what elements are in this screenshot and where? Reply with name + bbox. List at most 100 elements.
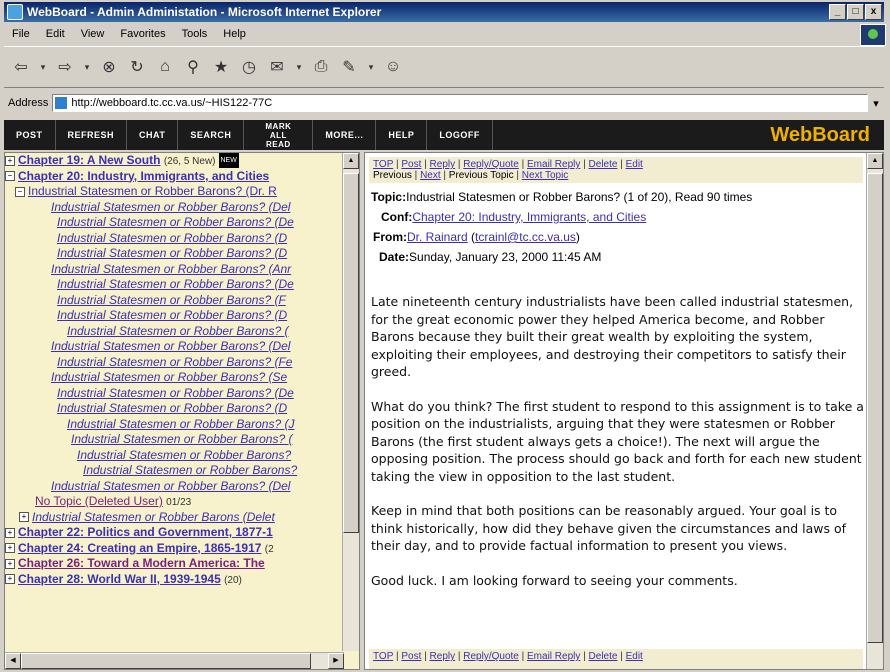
nav-chat[interactable]: CHAT (127, 120, 179, 150)
nav-logoff[interactable]: LOGOFF (427, 120, 493, 150)
horizontal-scroll-thumb[interactable] (21, 653, 311, 669)
post-link[interactable]: Post (401, 651, 421, 662)
reply-link[interactable]: Industrial Statesmen or Robber Barons? (… (57, 355, 292, 369)
refresh-icon[interactable]: ↻ (126, 56, 148, 78)
menu-file[interactable]: File (4, 28, 38, 40)
reply-link[interactable]: Industrial Statesmen or Robber Barons? (… (57, 308, 287, 322)
chapter-24-link[interactable]: Chapter 24: Creating an Empire, 1865-191… (18, 541, 261, 555)
history-icon[interactable]: ◷ (238, 56, 260, 78)
reply-link[interactable]: Industrial Statesmen or Robber Barons? (83, 463, 297, 477)
right-vertical-scrollbar[interactable]: ▲ (866, 153, 883, 669)
edit-icon[interactable]: ✎ (338, 56, 360, 78)
print-icon[interactable]: ⎙ (310, 56, 332, 78)
nav-refresh[interactable]: REFRESH (56, 120, 128, 150)
thread-link[interactable]: Industrial Statesmen or Robber Barons? (… (28, 184, 277, 198)
notopic-link[interactable]: No Topic (Deleted User) (35, 494, 163, 508)
reply-quote-link[interactable]: Reply/Quote (463, 651, 519, 662)
maximize-button[interactable]: □ (847, 4, 864, 20)
expand-icon[interactable]: + (5, 527, 15, 538)
mail-dropdown-icon[interactable]: ▾ (294, 56, 304, 78)
chapter-20-link[interactable]: Chapter 20: Industry, Immigrants, and Ci… (18, 169, 269, 183)
nav-post[interactable]: POST (4, 120, 56, 150)
chapter-26-link[interactable]: Chapter 26: Toward a Modern America: The (18, 556, 265, 570)
expand-icon[interactable]: + (5, 558, 15, 569)
nav-mark-all-read[interactable]: MARK ALL READ (244, 120, 314, 150)
nav-search[interactable]: SEARCH (178, 120, 245, 150)
scroll-thumb[interactable] (343, 173, 359, 533)
menu-help[interactable]: Help (215, 28, 254, 40)
menu-view[interactable]: View (73, 28, 113, 40)
next-topic-link[interactable]: Next Topic (522, 170, 569, 181)
menu-favorites[interactable]: Favorites (112, 28, 173, 40)
scroll-up-icon[interactable]: ▲ (867, 153, 883, 169)
address-input[interactable]: http://webboard.tc.cc.va.us/~HIS122-77C (52, 94, 868, 112)
scroll-left-icon[interactable]: ◀ (5, 653, 21, 669)
top-link[interactable]: TOP (373, 651, 393, 662)
reply-link[interactable]: Industrial Statesmen or Robber Barons? (… (51, 200, 290, 214)
email-reply-link[interactable]: Email Reply (527, 651, 580, 662)
expand-icon[interactable]: + (5, 543, 15, 554)
deleted-thread-link[interactable]: Industrial Statesmen or Robber Barons (D… (32, 510, 275, 524)
scroll-up-icon[interactable]: ▲ (343, 153, 359, 169)
search-icon[interactable]: ⚲ (182, 56, 204, 78)
reply-link[interactable]: Industrial Statesmen or Robber Barons? (… (51, 370, 287, 384)
messenger-icon[interactable]: ☺ (382, 56, 404, 78)
top-link[interactable]: TOP (373, 159, 393, 170)
chapter-28-link[interactable]: Chapter 28: World War II, 1939-1945 (18, 572, 221, 586)
reply-link[interactable]: Industrial Statesmen or Robber Barons? (… (67, 417, 294, 431)
reply-link[interactable]: Industrial Statesmen or Robber Barons? (… (51, 262, 291, 276)
close-button[interactable]: x (865, 4, 882, 20)
stop-icon[interactable]: ⊗ (98, 56, 120, 78)
next-link[interactable]: Next (420, 170, 441, 181)
expand-icon[interactable]: + (19, 512, 29, 523)
nav-help[interactable]: HELP (376, 120, 428, 150)
reply-link[interactable]: Industrial Statesmen or Robber Barons? (… (57, 386, 294, 400)
reply-link[interactable]: Industrial Statesmen or Robber Barons? (… (57, 293, 286, 307)
reply-link[interactable]: Industrial Statesmen or Robber Barons? ( (67, 324, 288, 338)
menu-edit[interactable]: Edit (38, 28, 73, 40)
collapse-icon[interactable]: − (5, 171, 15, 182)
nav-more[interactable]: MORE... (313, 120, 377, 150)
reply-link[interactable]: Industrial Statesmen or Robber Barons? (… (51, 479, 290, 493)
mail-icon[interactable]: ✉ (266, 56, 288, 78)
reply-link[interactable]: Industrial Statesmen or Robber Barons? (… (57, 401, 287, 415)
edit-link[interactable]: Edit (626, 651, 643, 662)
reply-link[interactable]: Industrial Statesmen or Robber Barons? (… (51, 339, 290, 353)
reply-link[interactable]: Industrial Statesmen or Robber Barons? (… (57, 277, 294, 291)
back-icon[interactable]: ⇦ (10, 56, 32, 78)
edit-link[interactable]: Edit (626, 159, 643, 170)
chapter-19-link[interactable]: Chapter 19: A New South (18, 153, 160, 167)
reply-link[interactable]: Industrial Statesmen or Robber Barons? (77, 448, 291, 462)
author-link[interactable]: Dr. Rainard (407, 230, 468, 244)
collapse-icon[interactable]: − (15, 186, 25, 197)
reply-quote-link[interactable]: Reply/Quote (463, 159, 519, 170)
reply-link[interactable]: Reply (430, 159, 456, 170)
email-reply-link[interactable]: Email Reply (527, 159, 580, 170)
reply-link[interactable]: Industrial Statesmen or Robber Barons? ( (71, 432, 292, 446)
scroll-right-icon[interactable]: ▶ (328, 653, 344, 669)
favorites-icon[interactable]: ★ (210, 56, 232, 78)
reply-link[interactable]: Reply (430, 651, 456, 662)
forward-icon[interactable]: ⇨ (54, 56, 76, 78)
expand-icon[interactable]: + (5, 574, 15, 585)
delete-link[interactable]: Delete (589, 651, 618, 662)
left-vertical-scrollbar[interactable]: ▲ (342, 153, 359, 651)
author-email-link[interactable]: tcrainl@tc.cc.va.us (475, 230, 576, 244)
reply-link[interactable]: Industrial Statesmen or Robber Barons? (… (57, 246, 287, 260)
menu-tools[interactable]: Tools (174, 28, 216, 40)
conf-link[interactable]: Chapter 20: Industry, Immigrants, and Ci… (412, 210, 646, 224)
post-link[interactable]: Post (401, 159, 421, 170)
home-icon[interactable]: ⌂ (154, 56, 176, 78)
left-horizontal-scrollbar[interactable]: ◀ ▶ (5, 652, 344, 669)
edit-dropdown-icon[interactable]: ▾ (366, 56, 376, 78)
minimize-button[interactable]: _ (829, 4, 846, 20)
back-dropdown-icon[interactable]: ▾ (38, 56, 48, 78)
scroll-thumb[interactable] (867, 173, 883, 643)
reply-link[interactable]: Industrial Statesmen or Robber Barons? (… (57, 231, 287, 245)
address-dropdown-icon[interactable]: ▾ (868, 94, 884, 112)
delete-link[interactable]: Delete (589, 159, 618, 170)
expand-icon[interactable]: + (5, 155, 15, 166)
reply-link[interactable]: Industrial Statesmen or Robber Barons? (… (57, 215, 294, 229)
chapter-22-link[interactable]: Chapter 22: Politics and Government, 187… (18, 525, 273, 539)
forward-dropdown-icon[interactable]: ▾ (82, 56, 92, 78)
